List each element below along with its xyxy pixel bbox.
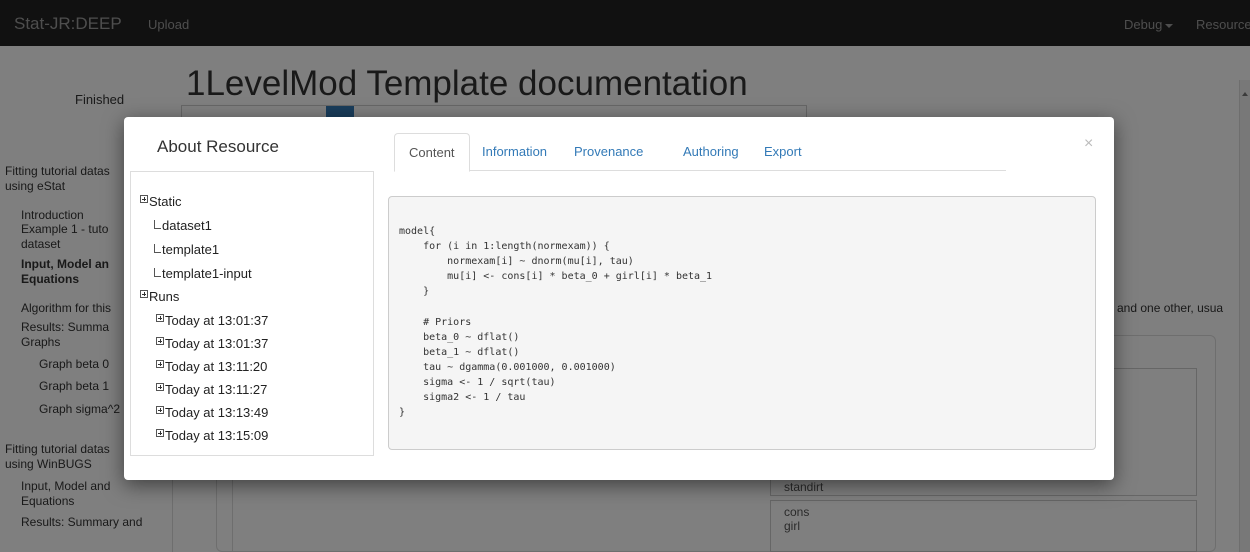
tree-leaf-label: template1-input: [162, 266, 252, 281]
expand-icon[interactable]: [140, 195, 148, 203]
tree-node-runs[interactable]: Runs: [140, 289, 179, 305]
tree-node-static[interactable]: Static: [140, 194, 182, 210]
tab-authoring[interactable]: Authoring: [683, 133, 739, 171]
tree-node-run[interactable]: Today at 13:15:09: [156, 428, 268, 444]
model-code-block: model{ for (i in 1:length(normexam)) { n…: [388, 196, 1096, 450]
tree-connector-icon: [154, 244, 161, 253]
expand-icon[interactable]: [156, 429, 164, 437]
tree-leaf[interactable]: template1: [154, 242, 219, 258]
tree-node-run[interactable]: Today at 13:01:37: [156, 336, 268, 352]
tab-export[interactable]: Export: [764, 133, 802, 171]
about-resource-modal: About Resource × Static dataset1 templat…: [124, 117, 1114, 480]
tree-node-label: Today at 13:01:37: [165, 336, 269, 351]
tree-leaf-label: dataset1: [162, 218, 212, 233]
modal-title: About Resource: [157, 137, 279, 156]
tree-node-label: Today at 13:11:20: [165, 359, 268, 374]
tab-information[interactable]: Information: [482, 133, 547, 171]
tree-leaf[interactable]: dataset1: [154, 218, 212, 234]
expand-icon[interactable]: [156, 337, 164, 345]
tree-node-label: Static: [149, 194, 182, 209]
tree-node-run[interactable]: Today at 13:11:27: [156, 382, 267, 398]
tab-content[interactable]: Content: [394, 133, 470, 172]
resource-tree: Static dataset1 template1 template1-inpu…: [130, 171, 374, 456]
expand-icon[interactable]: [156, 314, 164, 322]
tree-leaf-label: template1: [162, 242, 220, 257]
tree-node-run[interactable]: Today at 13:11:20: [156, 359, 267, 375]
tree-connector-icon: [154, 220, 161, 229]
tab-provenance[interactable]: Provenance: [574, 133, 643, 171]
expand-icon[interactable]: [156, 383, 164, 391]
tree-connector-icon: [154, 268, 161, 277]
expand-icon[interactable]: [140, 290, 148, 298]
tree-node-label: Today at 13:13:49: [165, 405, 269, 420]
resource-tabs: Content Information Provenance Authoring…: [394, 133, 1006, 172]
close-icon[interactable]: ×: [1084, 135, 1093, 153]
tree-node-label: Today at 13:15:09: [165, 428, 269, 443]
tree-node-label: Today at 13:11:27: [165, 382, 268, 397]
tree-node-run[interactable]: Today at 13:13:49: [156, 405, 268, 421]
tree-node-label: Runs: [149, 289, 180, 304]
tree-node-run[interactable]: Today at 13:01:37: [156, 313, 268, 329]
tree-leaf[interactable]: template1-input: [154, 266, 252, 282]
expand-icon[interactable]: [156, 406, 164, 414]
tree-node-label: Today at 13:01:37: [165, 313, 269, 328]
expand-icon[interactable]: [156, 360, 164, 368]
